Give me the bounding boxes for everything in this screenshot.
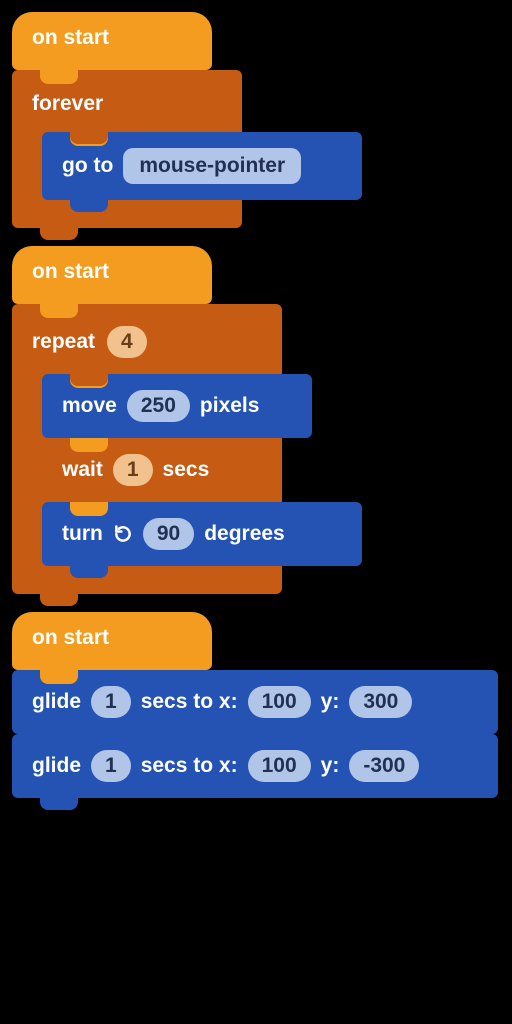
turn-degrees-input[interactable]: 90 bbox=[143, 518, 194, 550]
glide-y-input[interactable]: -300 bbox=[349, 750, 419, 782]
block-connector bbox=[40, 796, 78, 810]
glide-x-input[interactable]: 100 bbox=[248, 750, 311, 782]
block-notch bbox=[40, 304, 78, 318]
move-pixels-input[interactable]: 250 bbox=[127, 390, 190, 422]
block-connector bbox=[40, 226, 78, 240]
block-notch bbox=[40, 70, 78, 84]
block-glide-2[interactable]: glide 1 secs to x: 100 y: -300 bbox=[12, 734, 498, 798]
block-wait[interactable]: wait 1 secs bbox=[42, 438, 272, 502]
block-glide-1[interactable]: glide 1 secs to x: 100 y: 300 bbox=[12, 670, 498, 734]
hat-label: on start bbox=[32, 26, 109, 49]
hat-on-start[interactable]: on start bbox=[12, 612, 212, 670]
block-text: secs to x: bbox=[141, 754, 238, 778]
block-text: move bbox=[62, 394, 117, 418]
block-turn[interactable]: turn 90 degrees bbox=[42, 502, 362, 566]
block-notch bbox=[70, 502, 108, 516]
block-text: glide bbox=[32, 690, 81, 714]
block-notch bbox=[40, 734, 78, 748]
script-stack-1: on start forever go to mouse-pointer bbox=[12, 12, 500, 228]
hat-on-start[interactable]: on start bbox=[12, 246, 212, 304]
block-text: turn bbox=[62, 522, 103, 546]
block-notch bbox=[70, 438, 108, 452]
script-stack-3: on start glide 1 secs to x: 100 y: 300 g… bbox=[12, 612, 500, 798]
block-connector bbox=[40, 592, 78, 606]
c-block-label: repeat bbox=[32, 330, 95, 354]
c-block-forever[interactable]: forever go to mouse-pointer bbox=[12, 70, 242, 228]
glide-x-input[interactable]: 100 bbox=[248, 686, 311, 718]
c-block-label: forever bbox=[32, 92, 103, 116]
block-text: wait bbox=[62, 458, 103, 482]
script-stack-2: on start repeat 4 move 250 pixels wait 1… bbox=[12, 246, 500, 594]
block-text: y: bbox=[321, 690, 340, 714]
block-text: secs to x: bbox=[141, 690, 238, 714]
block-text: glide bbox=[32, 754, 81, 778]
block-text: degrees bbox=[204, 522, 285, 546]
rotate-cw-icon bbox=[113, 524, 133, 544]
block-text: go to bbox=[62, 154, 113, 178]
hat-label: on start bbox=[32, 260, 109, 283]
c-block-repeat[interactable]: repeat 4 move 250 pixels wait 1 secs tur… bbox=[12, 304, 282, 594]
block-text: secs bbox=[163, 458, 210, 482]
dropdown-target[interactable]: mouse-pointer bbox=[123, 148, 301, 184]
hat-on-start[interactable]: on start bbox=[12, 12, 212, 70]
glide-y-input[interactable]: 300 bbox=[349, 686, 412, 718]
repeat-count-input[interactable]: 4 bbox=[107, 326, 147, 358]
block-text: pixels bbox=[200, 394, 260, 418]
wait-secs-input[interactable]: 1 bbox=[113, 454, 153, 486]
glide-secs-input[interactable]: 1 bbox=[91, 686, 131, 718]
glide-secs-input[interactable]: 1 bbox=[91, 750, 131, 782]
block-text: y: bbox=[321, 754, 340, 778]
block-notch bbox=[40, 670, 78, 684]
hat-label: on start bbox=[32, 626, 109, 649]
